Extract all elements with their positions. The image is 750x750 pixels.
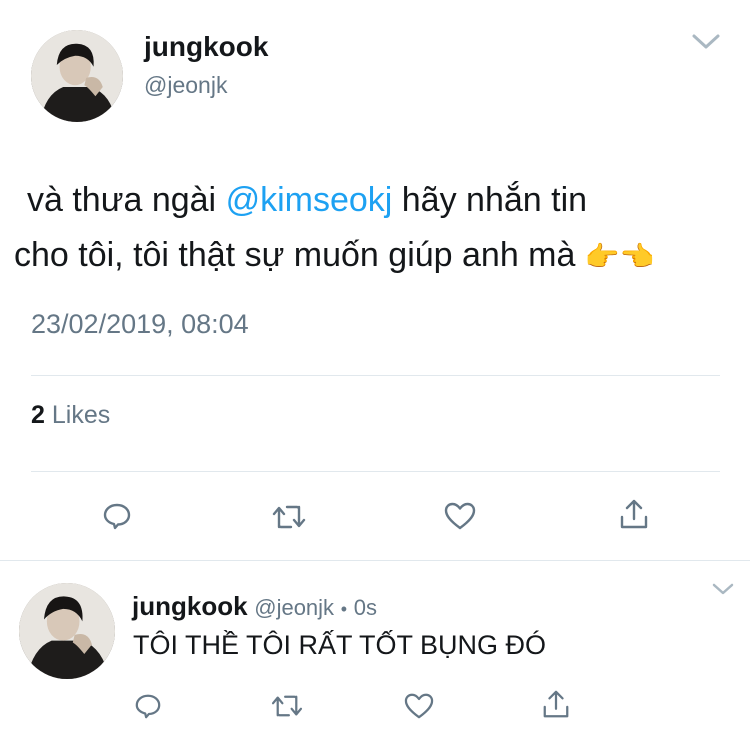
heart-icon[interactable] bbox=[443, 501, 477, 531]
mention-link[interactable]: @kimseokj bbox=[226, 181, 393, 219]
tweet-text-line-1: và thưa ngài @kimseokj hãy nhắn tin bbox=[27, 178, 587, 222]
separator-dot: • bbox=[340, 599, 348, 619]
reply-time[interactable]: 0s bbox=[354, 595, 377, 620]
retweet-icon[interactable] bbox=[270, 693, 304, 719]
reply-author-handle[interactable]: @jeonjk bbox=[254, 595, 334, 620]
avatar-photo bbox=[31, 30, 123, 122]
reply-author-name[interactable]: jungkook bbox=[132, 591, 248, 621]
likes-count: 2 bbox=[31, 401, 45, 429]
likes-label: Likes bbox=[51, 401, 111, 429]
reply-icon[interactable] bbox=[134, 692, 162, 720]
avatar[interactable] bbox=[31, 30, 123, 122]
share-icon[interactable] bbox=[541, 688, 571, 720]
tweet-text-after: hãy nhắn tin bbox=[392, 181, 588, 219]
share-icon[interactable] bbox=[618, 497, 650, 531]
section-divider bbox=[0, 560, 750, 561]
reply-text: TÔI THỀ TÔI RẤT TỐT BỤNG ĐÓ bbox=[133, 630, 547, 660]
tweet-text-line-2: cho tôi, tôi thật sự muốn giúp anh mà 👉👈 bbox=[14, 233, 655, 279]
divider bbox=[31, 471, 720, 472]
chevron-down-icon[interactable] bbox=[691, 33, 721, 51]
author-name[interactable]: jungkook bbox=[144, 31, 268, 63]
divider bbox=[31, 375, 720, 376]
tweet-timestamp[interactable]: 23/02/2019, 08:04 bbox=[31, 309, 249, 340]
pointing-fingers-emoji: 👉👈 bbox=[584, 241, 655, 272]
chevron-down-icon[interactable] bbox=[711, 582, 735, 596]
retweet-icon[interactable] bbox=[271, 503, 307, 531]
author-handle[interactable]: @jeonjk bbox=[144, 72, 227, 99]
likes-stat[interactable]: 2 Likes bbox=[31, 401, 110, 430]
tweet-text-before: và thưa ngài bbox=[27, 181, 217, 219]
reply-header: jungkook @jeonjk • 0s bbox=[132, 591, 377, 622]
tweet-text-line2: cho tôi, tôi thật sự muốn giúp anh mà bbox=[14, 236, 585, 274]
reply-avatar[interactable] bbox=[19, 583, 115, 679]
heart-icon[interactable] bbox=[403, 692, 435, 720]
reply-icon[interactable] bbox=[102, 501, 132, 531]
avatar-photo bbox=[19, 583, 115, 679]
